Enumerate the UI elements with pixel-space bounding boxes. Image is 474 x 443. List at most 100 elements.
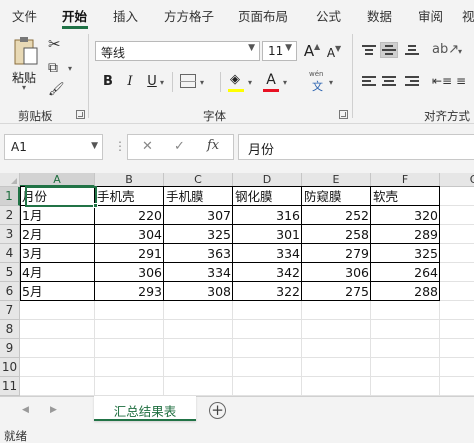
cell-c1[interactable]: 手机膜: [164, 187, 233, 206]
tab-fangfang[interactable]: 方方格子: [164, 6, 214, 25]
paste-button[interactable]: 粘贴 ▾: [8, 36, 44, 92]
cell-e6[interactable]: 275: [302, 282, 371, 301]
select-all-button[interactable]: [0, 173, 20, 187]
cell-d4[interactable]: 334: [233, 244, 302, 263]
cell-c4[interactable]: 363: [164, 244, 233, 263]
format-painter-icon[interactable]: 🖌: [48, 82, 65, 98]
row-header-2[interactable]: 2: [0, 206, 20, 225]
insert-function-icon[interactable]: fx: [207, 138, 219, 153]
cell-a2[interactable]: 1月: [20, 206, 95, 225]
cell-d2[interactable]: 316: [233, 206, 302, 225]
scroll-left-icon[interactable]: ◀: [22, 405, 29, 415]
cancel-icon[interactable]: ✕: [142, 139, 153, 154]
cell-a3[interactable]: 2月: [20, 225, 95, 244]
font-name-select[interactable]: 等线 ▼: [95, 41, 260, 61]
row-header-5[interactable]: 5: [0, 263, 20, 282]
cell-c6[interactable]: 308: [164, 282, 233, 301]
row-header-3[interactable]: 3: [0, 225, 20, 244]
scroll-right-icon[interactable]: ▶: [50, 405, 57, 415]
more-icon[interactable]: ⋮: [114, 139, 126, 153]
tab-formulas[interactable]: 公式: [316, 6, 341, 25]
cell-c5[interactable]: 334: [164, 263, 233, 282]
underline-dropdown-icon[interactable]: ▾: [160, 78, 164, 87]
font-color-button[interactable]: A: [264, 72, 278, 88]
fill-handle[interactable]: [93, 203, 98, 208]
row-header-10[interactable]: 10: [0, 358, 20, 377]
copy-dropdown-icon[interactable]: ▾: [68, 64, 72, 73]
cell-b5[interactable]: 306: [95, 263, 164, 282]
font-color-dropdown-icon[interactable]: ▾: [283, 78, 287, 87]
tab-view[interactable]: 视: [462, 6, 474, 25]
cell-e5[interactable]: 306: [302, 263, 371, 282]
cell-d6[interactable]: 322: [233, 282, 302, 301]
font-launcher-icon[interactable]: [339, 110, 348, 119]
column-header-d[interactable]: D: [233, 173, 302, 187]
worksheet-grid[interactable]: ABCDEFG 123456789101112 月份手机壳手机膜钢化膜防窥膜软壳…: [0, 173, 474, 396]
column-header-f[interactable]: F: [371, 173, 440, 187]
cell-b2[interactable]: 220: [95, 206, 164, 225]
cell-e2[interactable]: 252: [302, 206, 371, 225]
phonetic-dropdown-icon[interactable]: ▾: [329, 78, 333, 87]
tab-insert[interactable]: 插入: [113, 6, 138, 25]
align-middle-icon[interactable]: [380, 42, 398, 58]
cell-a6[interactable]: 5月: [20, 282, 95, 301]
indent-decrease-icon[interactable]: ⇤≡: [432, 73, 452, 89]
paste-dropdown-icon[interactable]: ▾: [22, 83, 26, 92]
cell-b3[interactable]: 304: [95, 225, 164, 244]
cell-f4[interactable]: 325: [371, 244, 440, 263]
cell-e1[interactable]: 防窥膜: [302, 187, 371, 206]
cell-b1[interactable]: 手机壳: [95, 187, 164, 206]
orientation-icon[interactable]: ab↗: [432, 42, 459, 58]
cell-d1[interactable]: 钢化膜: [233, 187, 302, 206]
column-header-c[interactable]: C: [164, 173, 233, 187]
column-header-b[interactable]: B: [95, 173, 164, 187]
row-header-9[interactable]: 9: [0, 339, 20, 358]
cell-b6[interactable]: 293: [95, 282, 164, 301]
tab-file[interactable]: 文件: [12, 6, 37, 25]
enter-icon[interactable]: ✓: [174, 139, 185, 154]
indent-increase-icon[interactable]: ≡: [456, 73, 466, 89]
cut-icon[interactable]: ✂: [48, 36, 61, 52]
cell-f3[interactable]: 289: [371, 225, 440, 244]
cell-f1[interactable]: 软壳: [371, 187, 440, 206]
tab-data[interactable]: 数据: [367, 6, 392, 25]
phonetic-guide-button[interactable]: 文: [312, 78, 323, 94]
sheet-tab-summary[interactable]: 汇总结果表: [94, 396, 196, 421]
orientation-dropdown-icon[interactable]: ▾: [458, 47, 462, 56]
column-header-e[interactable]: E: [302, 173, 371, 187]
underline-button[interactable]: U: [145, 74, 159, 90]
row-header-11[interactable]: 11: [0, 377, 20, 396]
row-header-7[interactable]: 7: [0, 301, 20, 320]
cell-b4[interactable]: 291: [95, 244, 164, 263]
tab-home[interactable]: 开始: [62, 6, 87, 25]
cell-e3[interactable]: 258: [302, 225, 371, 244]
clipboard-launcher-icon[interactable]: [76, 110, 85, 119]
align-center-icon[interactable]: [381, 74, 397, 88]
row-header-1[interactable]: 1: [0, 187, 20, 206]
cell-f5[interactable]: 264: [371, 263, 440, 282]
cell-f2[interactable]: 320: [371, 206, 440, 225]
row-header-6[interactable]: 6: [0, 282, 20, 301]
cell-d3[interactable]: 301: [233, 225, 302, 244]
cell-c3[interactable]: 325: [164, 225, 233, 244]
align-top-icon[interactable]: [361, 43, 377, 57]
cell-c2[interactable]: 307: [164, 206, 233, 225]
column-header-a[interactable]: A: [20, 173, 95, 187]
cell-a4[interactable]: 3月: [20, 244, 95, 263]
row-header-4[interactable]: 4: [0, 244, 20, 263]
font-size-select[interactable]: 11 ▼: [262, 41, 297, 61]
copy-icon[interactable]: ⧉: [48, 60, 58, 76]
name-box[interactable]: A1 ▼: [4, 134, 103, 160]
align-bottom-icon[interactable]: [404, 43, 420, 57]
formula-input[interactable]: 月份: [238, 134, 474, 160]
add-sheet-button[interactable]: +: [209, 402, 226, 419]
align-left-icon[interactable]: [361, 74, 377, 88]
fill-color-dropdown-icon[interactable]: ▾: [248, 78, 252, 87]
cell-e4[interactable]: 279: [302, 244, 371, 263]
align-right-icon[interactable]: [404, 74, 420, 88]
cell-d5[interactable]: 342: [233, 263, 302, 282]
cell-a5[interactable]: 4月: [20, 263, 95, 282]
tab-review[interactable]: 审阅: [418, 6, 443, 25]
borders-dropdown-icon[interactable]: ▾: [200, 78, 204, 87]
tab-page-layout[interactable]: 页面布局: [238, 6, 288, 25]
